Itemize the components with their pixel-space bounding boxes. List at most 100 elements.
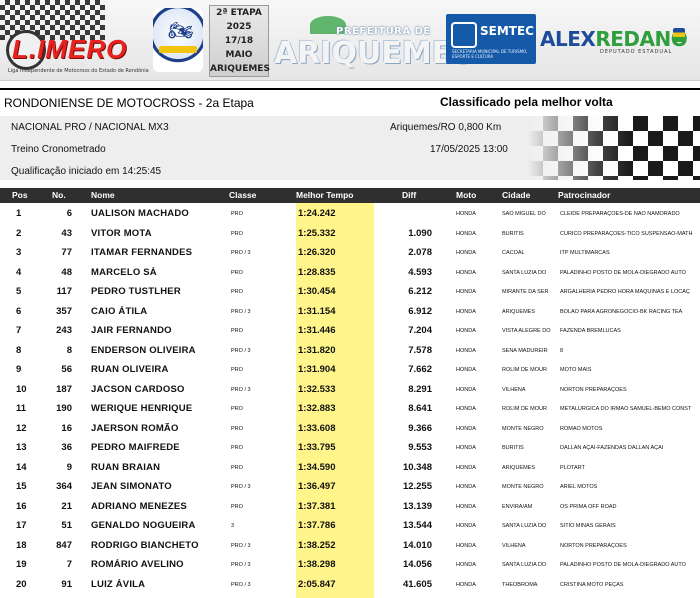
event-name: RONDONIENSE DE MOTOCROSS - 2a Etapa bbox=[4, 96, 254, 110]
cell-position: 3 bbox=[16, 247, 22, 258]
cell-position: 12 bbox=[16, 422, 27, 434]
cell-number: 9 bbox=[66, 461, 72, 473]
cell-position: 17 bbox=[16, 520, 27, 531]
cell-number: 190 bbox=[56, 403, 72, 414]
cell-moto: HONDA bbox=[456, 445, 476, 451]
cell-rider-name: PEDRO TUSTLHER bbox=[91, 286, 181, 297]
cell-diff: 14.056 bbox=[402, 559, 432, 570]
cell-sponsor: ROMÃO MOTOS bbox=[560, 425, 603, 432]
cell-rider-name: WERIQUE HENRIQUE bbox=[91, 403, 193, 414]
cell-sponsor: NORTON PREPARAÇÕES bbox=[560, 386, 627, 393]
session-start: Qualificação iniciado em 14:25:45 bbox=[11, 166, 162, 177]
cell-sponsor: DALLAN AÇAÍ-FAZENDAS DALLAN AÇAÍ bbox=[560, 445, 664, 451]
cell-position: 7 bbox=[16, 325, 22, 336]
table-row: 11 190 WERIQUE HENRIQUE PRO 1:32.883 8.641 HON… bbox=[0, 399, 700, 419]
cell-position: 15 bbox=[16, 481, 27, 492]
cell-rider-name: VITOR MOTA bbox=[91, 227, 152, 239]
semtec-logo: SEMTEC SECRETARIA MUNICIPAL DE TURISMO, … bbox=[446, 14, 536, 64]
header-class: Classe bbox=[229, 190, 257, 200]
cell-best-time: 1:28.835 bbox=[298, 266, 336, 278]
cell-rider-name: ENDERSON OLIVEIRA bbox=[91, 344, 196, 356]
table-row: 10 187 JACSON CARDOSO PRO / 3 1:32.533 8.291 H… bbox=[0, 380, 700, 400]
table-row: 2 43 VITOR MOTA PRO 1:25.332 1.090 HONDA BURITI… bbox=[0, 224, 700, 244]
cell-best-time: 1:36.497 bbox=[298, 481, 336, 492]
checkered-flag-icon bbox=[528, 116, 700, 180]
header-pos: Pos bbox=[12, 190, 28, 200]
cell-class: PRO / 3 bbox=[231, 542, 251, 549]
cell-sponsor: PALADINHO POSTO DE MOLA-DIEGRADO AUTO bbox=[560, 269, 686, 276]
cell-city: ARIQUEMES bbox=[502, 308, 536, 315]
cell-class: PRO / 3 bbox=[231, 250, 251, 256]
cell-moto: HONDA bbox=[456, 542, 476, 549]
cell-moto: HONDA bbox=[456, 386, 476, 393]
table-row: 8 8 ENDERSON OLIVEIRA PRO / 3 1:31.820 7.578 H… bbox=[0, 341, 700, 361]
prefeitura-city: ARIQUEMES bbox=[274, 36, 474, 71]
cell-rider-name: PEDRO MAIFREDE bbox=[91, 442, 180, 453]
cell-number: 243 bbox=[56, 325, 72, 336]
cell-city: MONTE NEGRO bbox=[502, 425, 544, 432]
cell-diff: 6.212 bbox=[408, 286, 432, 297]
cell-city: THEOBROMA bbox=[502, 581, 538, 588]
cell-diff: 13.544 bbox=[402, 520, 432, 531]
header-name: Nome bbox=[91, 190, 115, 200]
prefeitura-logo: PREFEITURA DE ARIQUEMES bbox=[272, 10, 474, 71]
cell-rider-name: CAIO ÁTILA bbox=[91, 305, 148, 317]
cell-best-time: 1:32.533 bbox=[298, 383, 336, 395]
cell-best-time: 1:32.883 bbox=[298, 403, 336, 414]
cell-best-time: 1:33.608 bbox=[298, 422, 336, 434]
cell-diff: 8.291 bbox=[408, 383, 432, 395]
cell-number: 847 bbox=[56, 539, 72, 551]
cell-number: 21 bbox=[61, 500, 72, 512]
cell-moto: HONDA bbox=[456, 464, 476, 471]
cell-moto: HONDA bbox=[456, 289, 476, 295]
header-city: Cidade bbox=[502, 190, 531, 200]
table-row: 15 364 JEAN SIMONATO PRO / 3 1:36.497 12.255 H… bbox=[0, 477, 700, 497]
cell-rider-name: JAIR FERNANDO bbox=[91, 325, 172, 336]
cell-position: 14 bbox=[16, 461, 27, 473]
cell-diff: 13.139 bbox=[402, 500, 432, 512]
cell-moto: HONDA bbox=[456, 523, 476, 529]
cell-diff: 1.090 bbox=[408, 227, 432, 239]
cell-rider-name: LUIZ ÁVILA bbox=[91, 578, 146, 590]
session-type: Treino Cronometrado bbox=[11, 144, 106, 155]
cell-best-time: 2:05.847 bbox=[298, 578, 336, 590]
cell-number: 36 bbox=[61, 442, 72, 453]
table-row: 1 6 UALISON MACHADO PRO 1:24.242 HONDA SÃO MIG… bbox=[0, 204, 700, 224]
cell-class: PRO / 3 bbox=[231, 386, 251, 393]
cell-moto: HONDA bbox=[456, 230, 476, 237]
cell-moto: HONDA bbox=[456, 367, 476, 373]
venue-info: Ariquemes/RO 0,800 Km bbox=[390, 122, 502, 133]
header-diff: Diff bbox=[402, 190, 417, 200]
limero-logo-text: L.IMERO bbox=[12, 34, 128, 64]
cell-position: 2 bbox=[16, 227, 22, 239]
cell-class: PRO bbox=[231, 464, 243, 471]
cell-number: 187 bbox=[56, 383, 72, 395]
cell-rider-name: MARCELO SÁ bbox=[91, 266, 157, 278]
cell-moto: HONDA bbox=[456, 269, 476, 276]
cell-sponsor: ARGALHERIA PEDRO HORA MÁQUINAS E LOCAÇ bbox=[560, 289, 690, 295]
cell-number: 77 bbox=[61, 247, 72, 258]
cell-city: BURITIS bbox=[502, 445, 524, 451]
cell-number: 8 bbox=[66, 344, 72, 356]
cell-diff: 9.553 bbox=[408, 442, 432, 453]
cell-city: VILHENA bbox=[502, 386, 526, 393]
cell-city: VILHENA bbox=[502, 542, 526, 549]
cell-city: ARIQUEMES bbox=[502, 464, 536, 471]
table-row: 13 36 PEDRO MAIFREDE PRO 1:33.795 9.553 HONDA B… bbox=[0, 438, 700, 458]
cell-sponsor: MOTO MAIS bbox=[560, 367, 592, 373]
cell-rider-name: RUAN BRAIAN bbox=[91, 461, 161, 473]
cell-class: PRO bbox=[231, 503, 243, 510]
cell-number: 56 bbox=[61, 364, 72, 375]
cell-position: 20 bbox=[16, 578, 27, 590]
etapa-label: 2ª ETAPA bbox=[216, 8, 262, 18]
cell-best-time: 1:31.904 bbox=[298, 364, 336, 375]
table-row: 12 16 JAERSON ROMÃO PRO 1:33.608 9.366 HONDA MO… bbox=[0, 419, 700, 439]
cell-city: SENA MADUREIR bbox=[502, 347, 548, 354]
cell-class: PRO bbox=[231, 445, 243, 451]
table-row: 18 847 RODRIGO BIANCHETO PRO / 3 1:38.252 14.… bbox=[0, 536, 700, 556]
cell-diff: 2.078 bbox=[408, 247, 432, 258]
table-row: 14 9 RUAN BRAIAN PRO 1:34.590 10.348 HONDA ARIQ… bbox=[0, 458, 700, 478]
cell-sponsor: BOLÃO PARA AGRONEGÓCIO-BK RACING TEA bbox=[560, 308, 683, 315]
cell-class: PRO bbox=[231, 367, 243, 373]
cell-best-time: 1:34.590 bbox=[298, 461, 336, 473]
